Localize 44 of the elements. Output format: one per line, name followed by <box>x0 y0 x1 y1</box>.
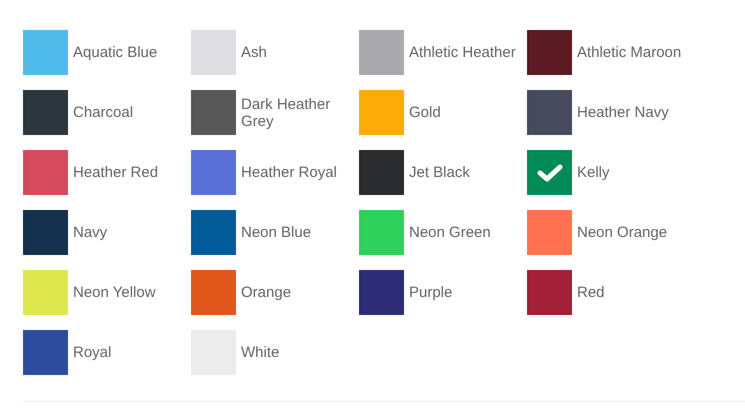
checkmark-icon <box>536 162 562 182</box>
color-swatch[interactable] <box>527 90 572 135</box>
color-name: Heather Red <box>73 164 158 181</box>
color-name: Charcoal <box>73 104 134 121</box>
color-name: Royal <box>73 344 112 361</box>
color-swatch[interactable] <box>527 30 572 75</box>
color-swatch[interactable] <box>527 210 572 255</box>
color-swatch[interactable] <box>191 210 236 255</box>
color-name: Purple <box>409 284 452 301</box>
color-swatch[interactable] <box>191 90 236 135</box>
color-name: Orange <box>241 284 292 301</box>
color-swatch[interactable] <box>359 30 404 75</box>
color-swatch[interactable] <box>23 270 68 315</box>
color-swatch[interactable] <box>359 210 404 255</box>
color-name: Aquatic Blue <box>73 44 158 61</box>
color-name: White <box>241 344 280 361</box>
color-name: Gold <box>409 104 441 121</box>
color-name: Dark Heather Grey <box>241 96 332 130</box>
color-name: Athletic Heather <box>409 44 516 61</box>
color-name: Ash <box>241 44 267 61</box>
color-swatch[interactable] <box>359 270 404 315</box>
color-name: Red <box>577 284 605 301</box>
color-swatch[interactable] <box>359 150 404 195</box>
color-swatch[interactable] <box>23 210 68 255</box>
color-swatch[interactable] <box>191 270 236 315</box>
color-name: Navy <box>73 224 108 241</box>
color-name: Neon Yellow <box>73 284 156 301</box>
color-swatch[interactable] <box>23 90 68 135</box>
color-swatch[interactable] <box>359 90 404 135</box>
color-swatch[interactable] <box>191 30 236 75</box>
color-swatch[interactable] <box>191 150 236 195</box>
color-name: Neon Green <box>409 224 491 241</box>
color-swatch[interactable] <box>527 150 572 195</box>
color-name: Heather Navy <box>577 104 669 121</box>
color-swatch[interactable] <box>23 330 68 375</box>
color-name: Neon Orange <box>577 224 668 241</box>
color-swatch[interactable] <box>23 150 68 195</box>
color-name: Jet Black <box>409 164 470 181</box>
color-name: Kelly <box>577 164 610 181</box>
color-name: Athletic Maroon <box>577 44 682 61</box>
color-name: Heather Royal <box>241 164 337 181</box>
color-swatch[interactable] <box>23 30 68 75</box>
color-swatch[interactable] <box>527 270 572 315</box>
color-name: Neon Blue <box>241 224 312 241</box>
